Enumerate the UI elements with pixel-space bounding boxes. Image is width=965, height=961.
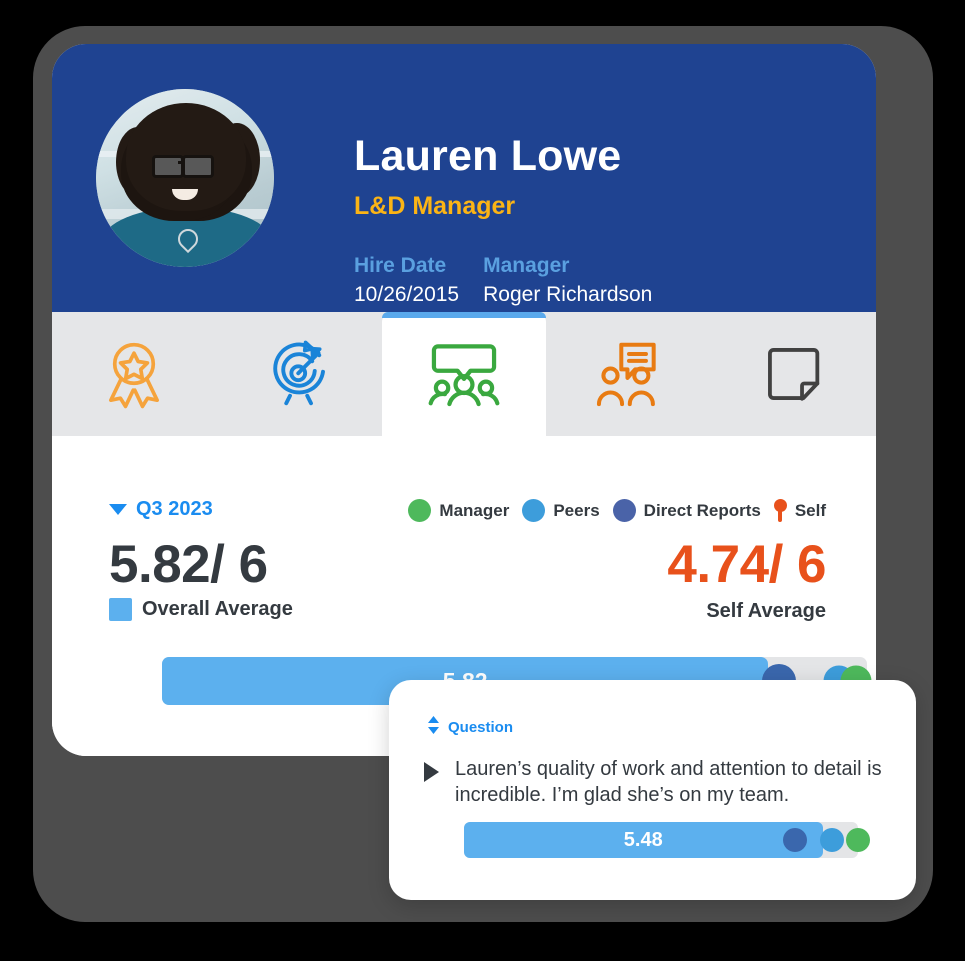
- legend-item-self: Self: [773, 499, 826, 522]
- legend-item-direct-reports: Direct Reports: [612, 499, 761, 522]
- screenshot-stage: Lauren Lowe L&D Manager Hire Date 10/26/…: [0, 0, 965, 961]
- legend-item-peers: Peers: [522, 499, 600, 522]
- tab-notes[interactable]: [711, 312, 876, 436]
- self-pin-marker: [849, 810, 859, 828]
- overall-score-denominator: / 6: [210, 535, 268, 594]
- meta-value: Roger Richardson: [483, 283, 653, 306]
- meta-label: Hire Date: [354, 254, 447, 277]
- self-score-block: 4.74/ 6 Self Average: [667, 536, 826, 623]
- tab-goals[interactable]: [217, 312, 382, 436]
- legend-label: Manager: [439, 500, 510, 520]
- self-score-value: 4.74: [667, 535, 769, 594]
- question-rating-bar[interactable]: 5.48: [464, 822, 870, 858]
- meta-hire-date: Hire Date 10/26/2015: [354, 252, 459, 310]
- question-row[interactable]: Lauren’s quality of work and attention t…: [424, 756, 884, 808]
- self-score-denominator: / 6: [768, 535, 827, 594]
- meta-value: 10/26/2015: [354, 283, 460, 306]
- meta-label: Manager: [483, 254, 570, 277]
- two-people-chat-icon: [592, 337, 666, 411]
- manager-dot-icon: [408, 499, 432, 522]
- question-detail-popup: Question Lauren’s quality of work and at…: [389, 680, 916, 900]
- legend: Manager Peers Direct Reports Self: [408, 499, 826, 522]
- self-score: 4.74/ 6: [667, 536, 826, 594]
- employee-performance-card: Lauren Lowe L&D Manager Hire Date 10/26/…: [52, 44, 876, 756]
- overall-average-label: Overall Average: [142, 598, 293, 620]
- peers-dot-icon: [522, 499, 546, 522]
- overall-score-block: 5.82/ 6 Overall Average: [109, 536, 293, 621]
- legend-row: Q3 2023 Manager Peers Direct Reports Sel…: [52, 498, 876, 526]
- bar-value-label: 5.48: [623, 829, 663, 851]
- tab-feedback[interactable]: [381, 312, 547, 436]
- triangle-right-icon[interactable]: [424, 762, 439, 782]
- period-label: Q3 2023: [136, 498, 213, 520]
- direct-reports-marker: [782, 828, 807, 852]
- page-title: Lauren Lowe: [354, 132, 622, 180]
- direct-reports-dot-icon: [612, 499, 636, 522]
- period-selector[interactable]: Q3 2023: [109, 498, 213, 521]
- overall-score-legend: Overall Average: [109, 598, 293, 621]
- self-pin-icon: [773, 499, 787, 522]
- legend-label: Self: [794, 500, 826, 520]
- question-header-label: Question: [448, 719, 514, 736]
- profile-meta: Hire Date 10/26/2015 Manager Roger Richa…: [354, 252, 652, 310]
- legend-label: Peers: [553, 500, 600, 520]
- note-page-icon: [759, 339, 829, 409]
- avatar: [96, 89, 274, 267]
- manager-marker: [846, 828, 870, 852]
- tab-recognition[interactable]: [52, 312, 217, 436]
- self-average-label: Self Average: [706, 600, 826, 622]
- tab-one-on-ones[interactable]: [546, 312, 711, 436]
- profile-header: Lauren Lowe L&D Manager Hire Date 10/26/…: [52, 44, 876, 312]
- legend-label: Direct Reports: [643, 500, 761, 520]
- self-pin-marker: [712, 630, 725, 648]
- question-header[interactable]: Question: [427, 716, 513, 739]
- overall-score-value: 5.82: [109, 535, 211, 594]
- group-speech-bubble-icon: [425, 335, 503, 413]
- target-arrow-icon: [263, 338, 335, 410]
- overall-score: 5.82/ 6: [109, 536, 293, 594]
- overall-average-swatch-icon: [109, 598, 132, 621]
- peers-marker: [820, 828, 845, 852]
- legend-item-manager: Manager: [408, 499, 509, 522]
- sort-updown-icon[interactable]: [427, 716, 440, 739]
- question-text: Lauren’s quality of work and attention t…: [455, 758, 882, 806]
- job-title: L&D Manager: [354, 192, 516, 220]
- caret-down-icon: [109, 504, 127, 515]
- bar-fill: 5.48: [464, 822, 823, 858]
- award-ribbon-icon: [97, 337, 171, 411]
- tab-bar: [52, 312, 876, 436]
- meta-manager: Manager Roger Richardson: [483, 252, 652, 310]
